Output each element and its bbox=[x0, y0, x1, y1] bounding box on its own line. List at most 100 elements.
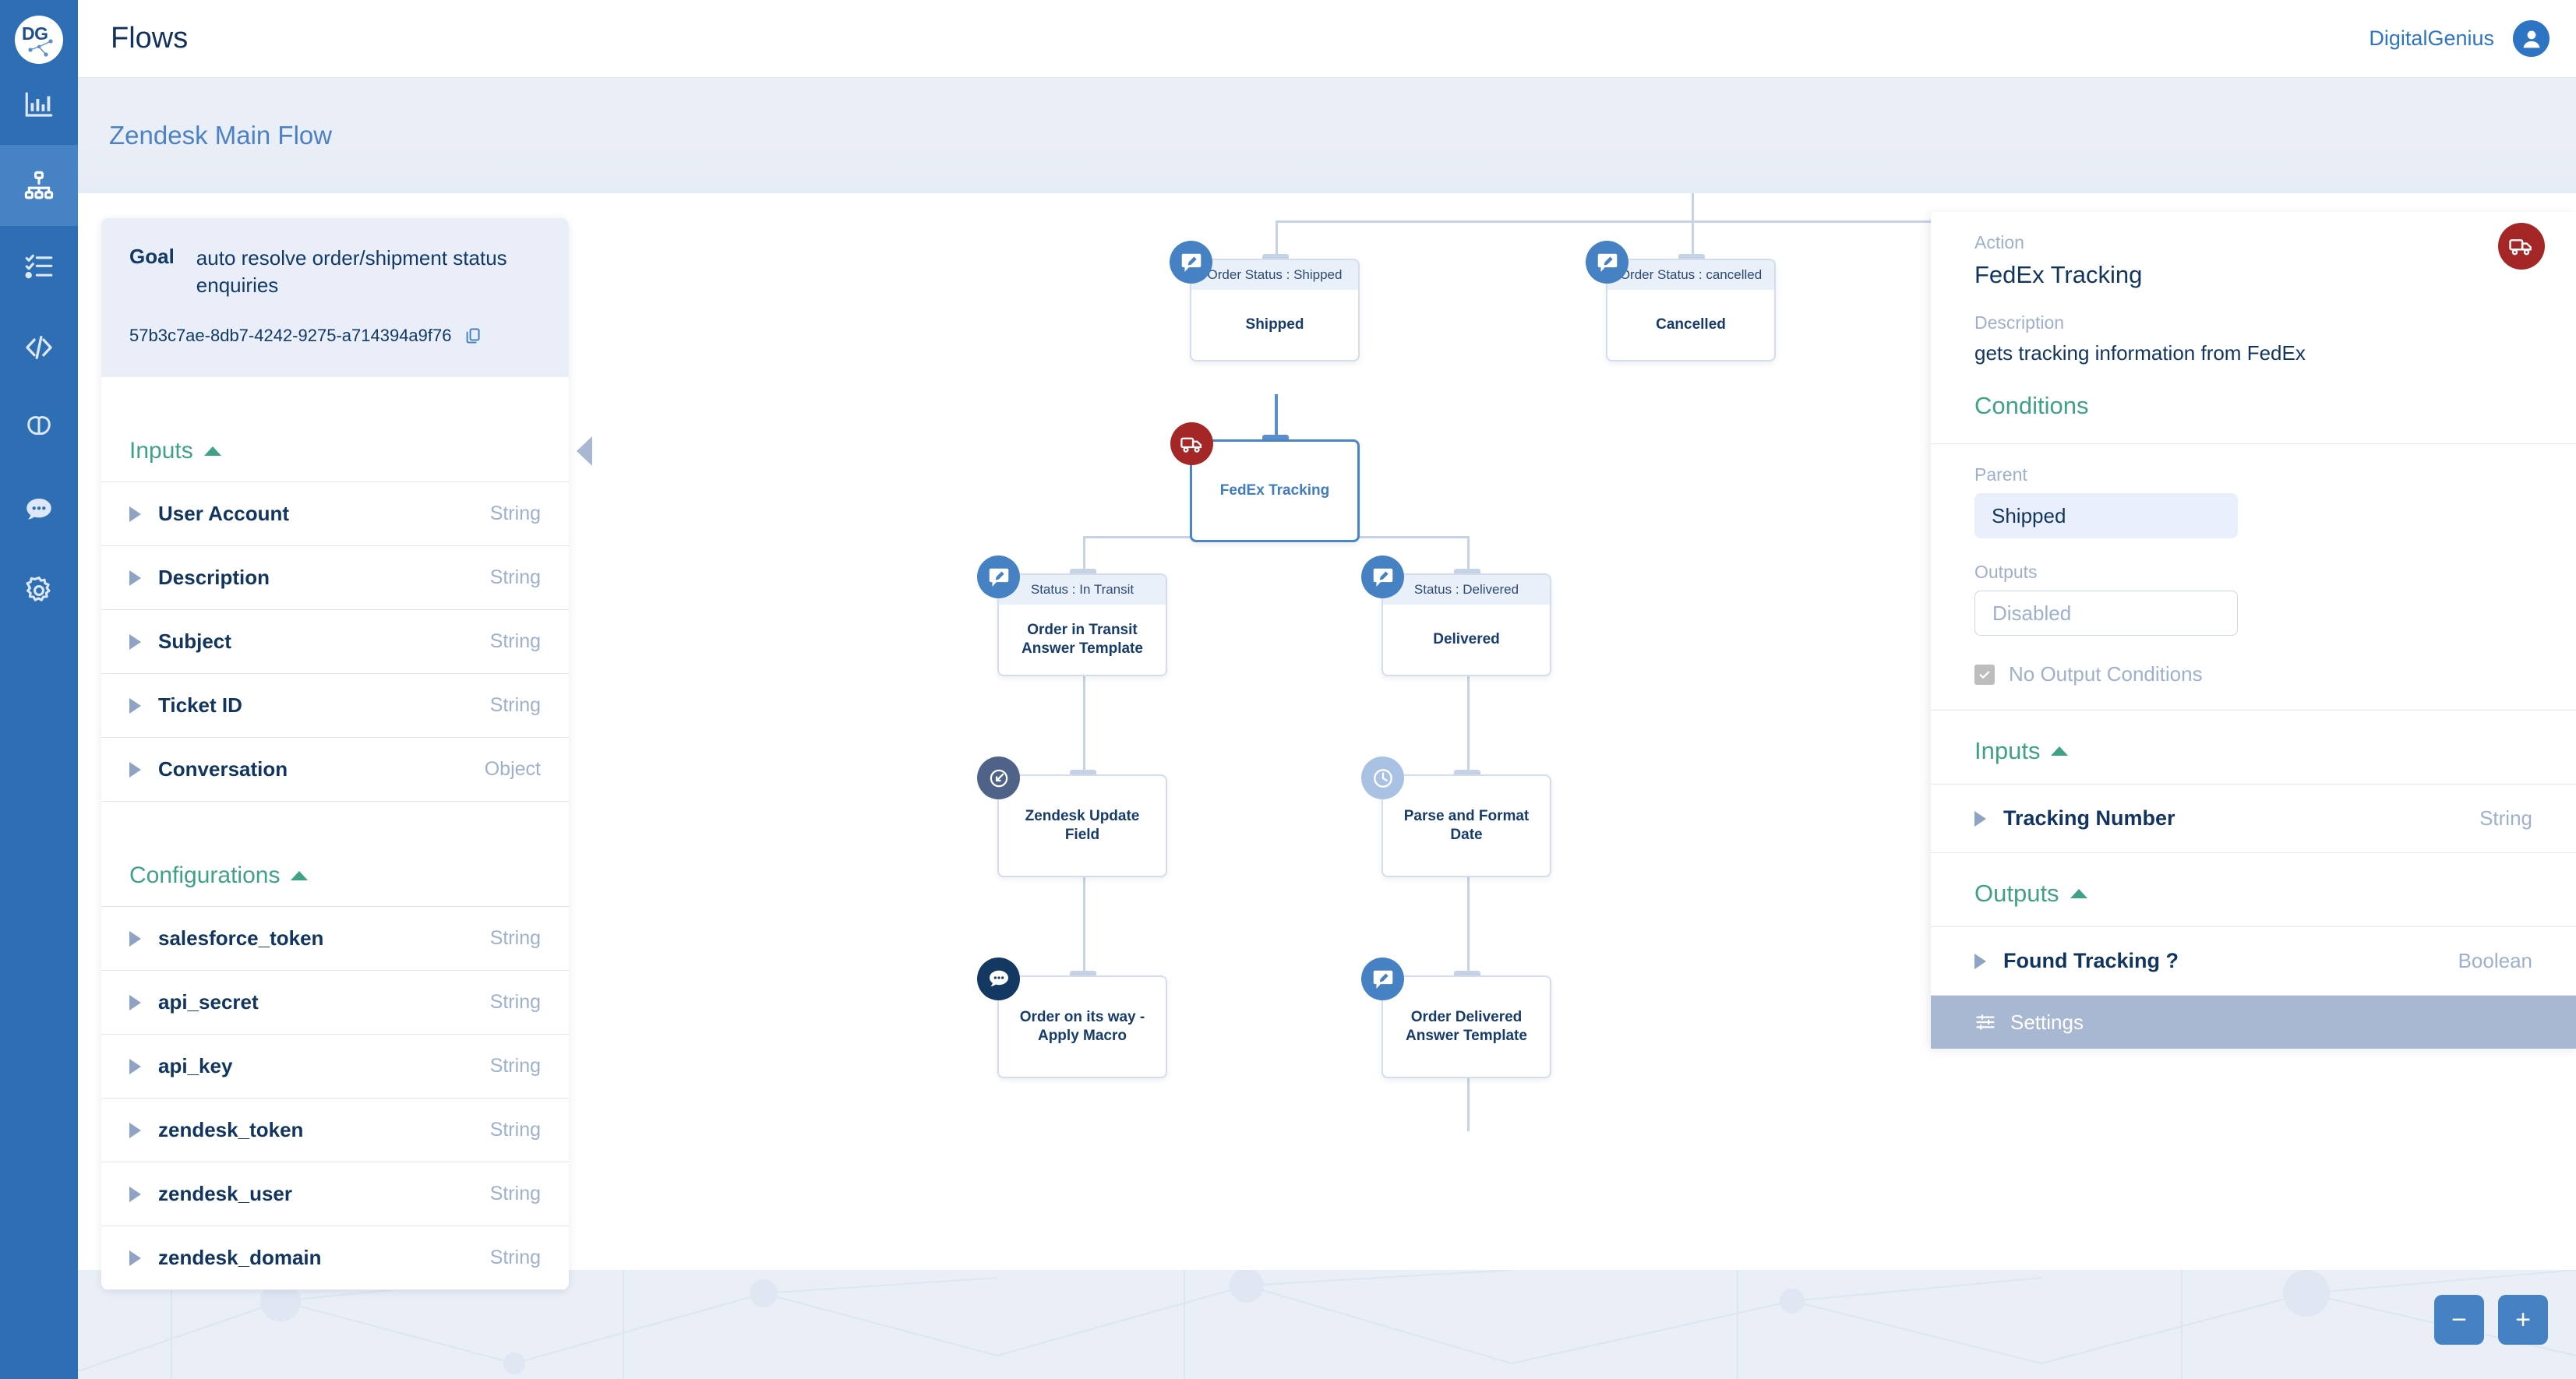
flow-info-panel: Goal auto resolve order/shipment status … bbox=[101, 218, 569, 1291]
property-row[interactable]: Subject String bbox=[101, 610, 569, 675]
sidebar-item-flows[interactable] bbox=[0, 145, 78, 226]
checkbox-checked-icon[interactable] bbox=[1974, 664, 1995, 685]
no-output-conditions-row[interactable]: No Output Conditions bbox=[1974, 662, 2532, 686]
flow-node-fedex-tracking[interactable]: FedEx Tracking bbox=[1170, 422, 1360, 542]
chat-glyph bbox=[989, 970, 1008, 986]
section-header-inputs[interactable]: Inputs bbox=[101, 410, 569, 483]
section-header-inputs[interactable]: Inputs bbox=[1931, 711, 2576, 785]
edge-to-cancelled bbox=[1692, 220, 1694, 258]
flow-node-title: Order in Transit Answer Template bbox=[1022, 622, 1143, 657]
app-logo[interactable]: DG bbox=[15, 16, 63, 64]
section-header-configurations[interactable]: Configurations bbox=[101, 834, 569, 908]
property-row[interactable]: User Account String bbox=[101, 482, 569, 547]
property-type: String bbox=[489, 927, 541, 950]
sidebar-item-conversations[interactable] bbox=[0, 469, 78, 550]
clock-glyph bbox=[1373, 768, 1392, 788]
property-row[interactable]: Conversation Object bbox=[101, 738, 569, 802]
edge-delivered-parsedate bbox=[1467, 675, 1470, 773]
flow-node-order-in-transit-answer-template[interactable]: Status : In Transit Order in Transit Ans… bbox=[977, 555, 1167, 676]
property-row[interactable]: Found Tracking ? Boolean bbox=[1931, 927, 2576, 996]
property-name: zendesk_token bbox=[158, 1118, 304, 1142]
flow-node-parse-and-format-date[interactable]: Parse and Format Date bbox=[1361, 757, 1551, 877]
property-type: String bbox=[2479, 806, 2532, 830]
message-edit-glyph bbox=[1373, 970, 1392, 989]
parent-label: Parent bbox=[1974, 464, 2027, 485]
top-bar: Flows DigitalGenius bbox=[78, 0, 2576, 78]
message-edit-glyph bbox=[989, 568, 1008, 587]
edge-parsedate-delivans bbox=[1467, 876, 1470, 974]
property-type: String bbox=[489, 630, 541, 653]
no-output-conditions-label: No Output Conditions bbox=[2009, 662, 2203, 686]
property-row[interactable]: api_key String bbox=[101, 1035, 569, 1099]
flow-node-order-on-its-way-apply-macro[interactable]: Order on its way - Apply Macro bbox=[977, 958, 1167, 1078]
conditions-title: Conditions bbox=[1974, 392, 2089, 419]
property-name: Found Tracking ? bbox=[2003, 949, 2179, 972]
sidebar-item-models[interactable] bbox=[0, 388, 78, 469]
sidebar-item-tasks[interactable] bbox=[0, 226, 78, 307]
action-section: Action FedEx Tracking Description gets t… bbox=[1931, 212, 2576, 444]
flow-node-title: FedEx Tracking bbox=[1219, 482, 1330, 499]
node-details-panel: Action FedEx Tracking Description gets t… bbox=[1931, 212, 2576, 1049]
property-name: api_secret bbox=[158, 990, 259, 1014]
expand-triangle-icon bbox=[129, 1122, 141, 1138]
expand-triangle-icon bbox=[129, 1250, 141, 1266]
property-row[interactable]: Description String bbox=[101, 546, 569, 611]
action-name: FedEx Tracking bbox=[1974, 261, 2143, 288]
property-row[interactable]: salesforce_token String bbox=[101, 907, 569, 972]
outputs-label: Outputs bbox=[1974, 562, 2038, 582]
expand-triangle-icon bbox=[129, 761, 141, 778]
message-edit-icon bbox=[1170, 241, 1212, 284]
property-name: zendesk_user bbox=[158, 1182, 292, 1206]
zoom-controls: − + bbox=[2434, 1295, 2548, 1345]
section-title: Configurations bbox=[129, 862, 281, 889]
flow-node-delivered[interactable]: Status : Delivered Delivered bbox=[1361, 555, 1551, 676]
flow-node-order-delivered-answer-template[interactable]: Order Delivered Answer Template bbox=[1361, 958, 1551, 1078]
expand-triangle-icon bbox=[1974, 953, 1986, 969]
edge-zdupdate-macro bbox=[1083, 876, 1085, 974]
zoom-out-button[interactable]: − bbox=[2434, 1295, 2484, 1345]
flow-node-zendesk-update-field[interactable]: Zendesk Update Field bbox=[977, 757, 1167, 877]
canvas-pan-left-arrow[interactable] bbox=[577, 436, 592, 466]
property-row[interactable]: Ticket ID String bbox=[101, 674, 569, 739]
property-name: salesforce_token bbox=[158, 926, 324, 950]
property-type: String bbox=[489, 1055, 541, 1077]
property-name: Description bbox=[158, 566, 270, 590]
edge-shipped-fedex bbox=[1275, 394, 1278, 439]
property-row[interactable]: zendesk_user String bbox=[101, 1162, 569, 1227]
property-name: api_key bbox=[158, 1054, 233, 1078]
expand-triangle-icon bbox=[129, 994, 141, 1010]
expand-triangle-icon bbox=[129, 506, 141, 522]
settings-label: Settings bbox=[2010, 1010, 2084, 1034]
flow-node-shipped[interactable]: Order Status : Shipped Shipped bbox=[1170, 241, 1360, 362]
section-header-outputs[interactable]: Outputs bbox=[1931, 853, 2576, 927]
flow-node-caption: Order Status : Shipped bbox=[1191, 260, 1358, 290]
avatar[interactable] bbox=[2513, 20, 2550, 57]
code-icon bbox=[26, 336, 52, 359]
message-edit-glyph bbox=[1597, 253, 1617, 272]
copy-icon[interactable] bbox=[464, 326, 482, 346]
zoom-in-button[interactable]: + bbox=[2498, 1295, 2548, 1345]
property-row[interactable]: zendesk_token String bbox=[101, 1099, 569, 1163]
outputs-value[interactable]: Disabled bbox=[1974, 591, 2238, 636]
property-row[interactable]: zendesk_domain String bbox=[101, 1226, 569, 1291]
property-row[interactable]: Tracking Number String bbox=[1931, 785, 2576, 853]
description-value: gets tracking information from FedEx bbox=[1974, 341, 2306, 365]
message-edit-icon bbox=[977, 555, 1020, 598]
settings-button[interactable]: Settings bbox=[1931, 996, 2576, 1049]
sidebar-item-analytics[interactable] bbox=[0, 64, 78, 145]
property-type: Object bbox=[484, 758, 541, 781]
flow-node-caption: Order Status : cancelled bbox=[1607, 260, 1774, 290]
parent-value[interactable]: Shipped bbox=[1974, 493, 2238, 538]
flow-node-cancelled[interactable]: Order Status : cancelled Cancelled bbox=[1586, 241, 1776, 362]
section-title: Inputs bbox=[1974, 737, 2041, 764]
action-label: Action bbox=[1974, 232, 2024, 252]
flow-node-title: Shipped bbox=[1245, 316, 1304, 333]
property-type: String bbox=[489, 1119, 541, 1141]
sidebar-item-code[interactable] bbox=[0, 307, 78, 388]
property-row[interactable]: api_secret String bbox=[101, 971, 569, 1035]
description-label: Description bbox=[1974, 312, 2065, 333]
sidebar-item-settings[interactable] bbox=[0, 550, 78, 631]
truck-icon bbox=[1170, 422, 1213, 465]
